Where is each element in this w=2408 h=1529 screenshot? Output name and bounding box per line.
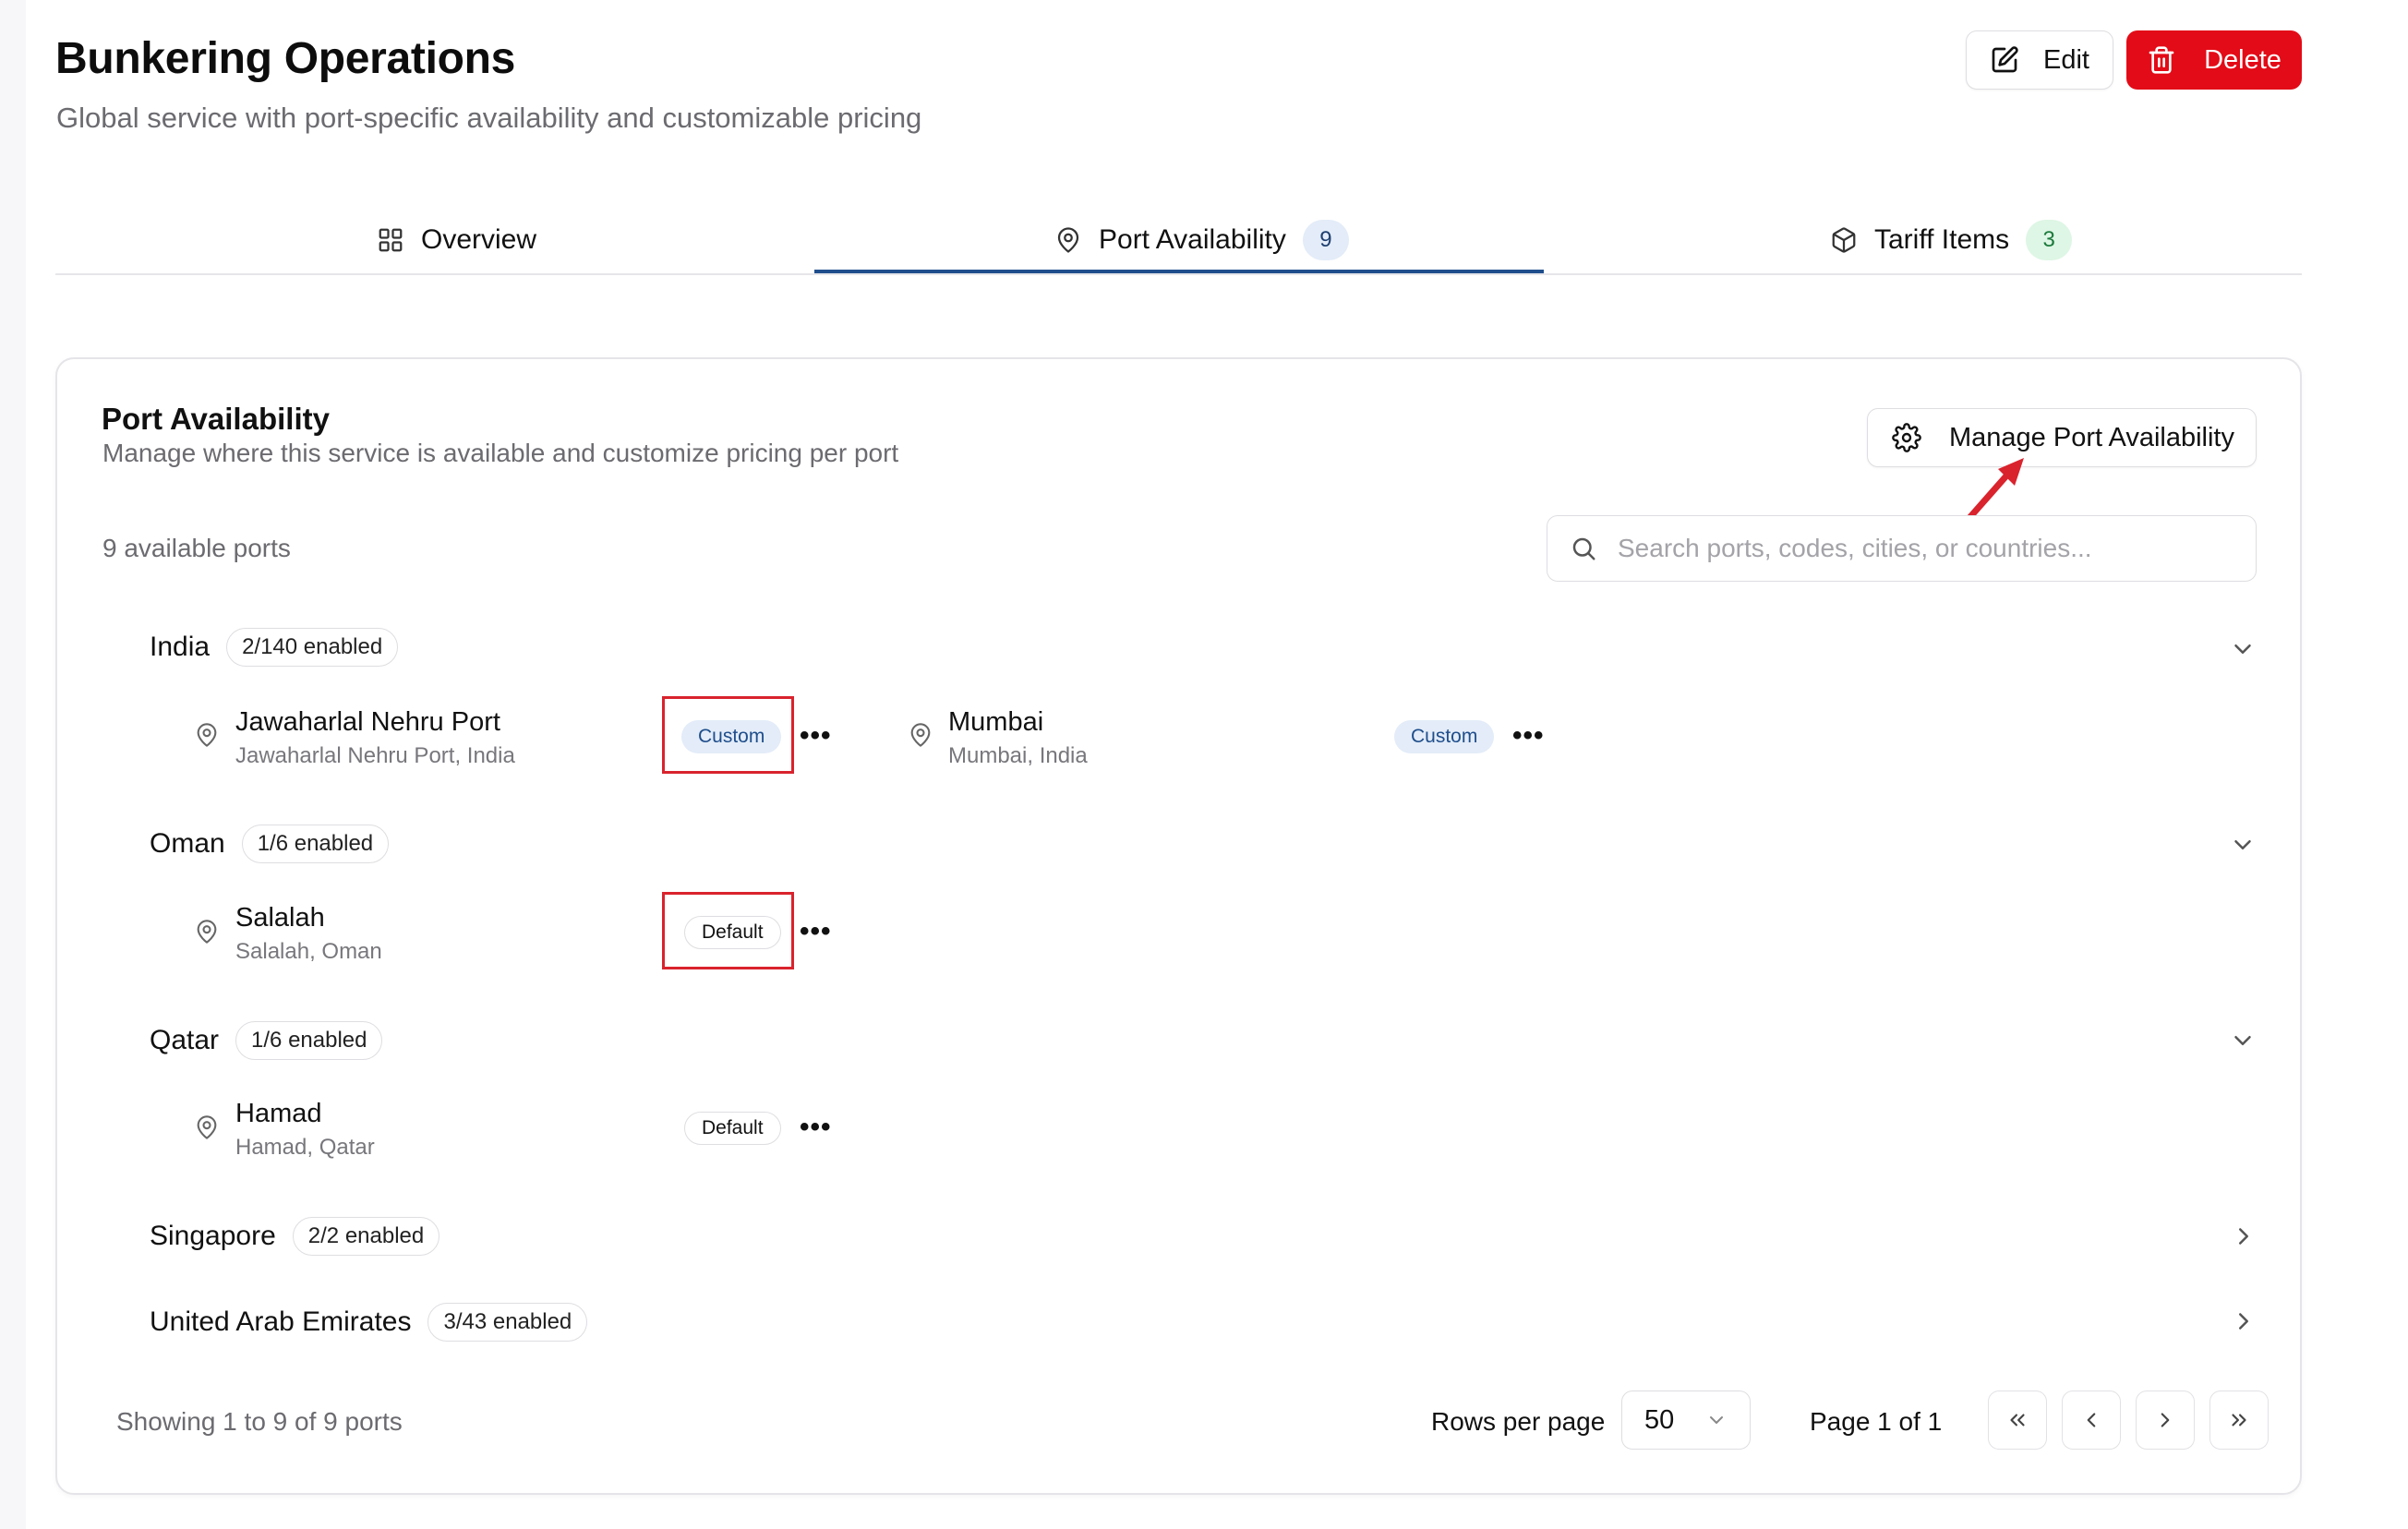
tab-count-badge: 9 <box>1302 220 1349 260</box>
page-indicator: Page 1 of 1 <box>1810 1407 1943 1436</box>
map-pin-icon <box>194 919 220 945</box>
package-icon <box>1830 226 1858 254</box>
port-name: Salalah <box>235 903 325 933</box>
rows-per-page-label: Rows per page <box>1431 1407 1606 1436</box>
country-name: Singapore <box>150 1221 276 1251</box>
map-pin-icon <box>1054 226 1082 254</box>
rows-per-page-value: 50 <box>1644 1404 1675 1435</box>
chevron-down-icon[interactable] <box>2229 635 2257 663</box>
tab-count-badge: 3 <box>2026 220 2073 260</box>
tab-label: Overview <box>421 224 537 255</box>
search-icon <box>1570 535 1597 562</box>
chevron-down-icon[interactable] <box>2229 831 2257 859</box>
pricing-tag-default: Default <box>684 916 781 949</box>
enabled-count-badge: 1/6 enabled <box>241 825 390 863</box>
port-location: Jawaharlal Nehru Port, India <box>235 743 515 768</box>
tab-bar: Overview Port Availability 9 Tariff Item… <box>55 205 2302 275</box>
search-input[interactable] <box>1618 534 2256 563</box>
port-location: Salalah, Oman <box>235 939 382 964</box>
pricing-tag-custom: Custom <box>1394 720 1495 753</box>
tab-tariff-items[interactable]: Tariff Items 3 <box>1830 205 2073 275</box>
pagination-summary: Showing 1 to 9 of 9 ports <box>116 1407 403 1436</box>
chevron-down-icon <box>1705 1409 1728 1431</box>
enabled-count-badge: 2/2 enabled <box>292 1217 440 1256</box>
previous-page-button[interactable] <box>2062 1391 2121 1450</box>
card-title: Port Availability <box>102 402 330 436</box>
port-name: Jawaharlal Nehru Port <box>235 707 500 737</box>
enabled-count-badge: 3/43 enabled <box>427 1303 588 1342</box>
map-pin-icon <box>194 722 220 748</box>
map-pin-icon <box>908 722 933 748</box>
chevron-down-icon[interactable] <box>2229 1027 2257 1054</box>
country-group-header[interactable]: Singapore 2/2 enabled <box>150 1217 440 1256</box>
pricing-tag-default: Default <box>684 1112 781 1145</box>
more-options-icon[interactable]: ••• <box>800 918 832 945</box>
enabled-count-badge: 2/140 enabled <box>226 628 399 667</box>
port-search <box>1547 515 2257 582</box>
country-name: India <box>150 632 211 662</box>
next-page-button[interactable] <box>2136 1391 2195 1450</box>
more-options-icon[interactable]: ••• <box>800 1114 832 1141</box>
chevrons-right-icon <box>2227 1408 2251 1432</box>
active-tab-indicator <box>814 270 1544 273</box>
gear-icon <box>1892 423 1921 452</box>
tab-label: Port Availability <box>1099 224 1286 255</box>
tab-overview[interactable]: Overview <box>377 205 536 275</box>
country-name: Oman <box>150 828 225 859</box>
port-name: Mumbai <box>948 707 1044 737</box>
last-page-button[interactable] <box>2209 1391 2269 1450</box>
chevron-left-icon <box>2079 1408 2103 1432</box>
grid-icon <box>377 226 404 254</box>
available-ports-count: 9 available ports <box>102 534 291 562</box>
country-group-header[interactable]: United Arab Emirates 3/43 enabled <box>150 1303 588 1342</box>
page-title: Bunkering Operations <box>55 34 516 83</box>
country-name: United Arab Emirates <box>150 1306 412 1337</box>
chevron-right-icon[interactable] <box>2230 1307 2258 1335</box>
first-page-button[interactable] <box>1988 1391 2047 1450</box>
edit-icon <box>1990 45 2019 75</box>
chevrons-left-icon <box>2005 1408 2029 1432</box>
chevron-right-icon[interactable] <box>2230 1222 2258 1250</box>
chevron-right-icon <box>2153 1408 2177 1432</box>
manage-port-availability-button[interactable]: Manage Port Availability <box>1867 408 2257 467</box>
card-subtitle: Manage where this service is available a… <box>102 439 899 467</box>
tab-label: Tariff Items <box>1874 224 2010 255</box>
page-subtitle: Global service with port-specific availa… <box>56 102 922 134</box>
tab-port-availability[interactable]: Port Availability 9 <box>1054 205 1349 275</box>
country-name: Qatar <box>150 1025 220 1055</box>
country-group-header[interactable]: Qatar 1/6 enabled <box>150 1021 383 1060</box>
delete-button[interactable]: Delete <box>2126 30 2302 90</box>
edit-button[interactable]: Edit <box>1966 30 2113 90</box>
more-options-icon[interactable]: ••• <box>1512 722 1545 750</box>
map-pin-icon <box>194 1114 220 1140</box>
rows-per-page-select[interactable]: 50 <box>1621 1391 1751 1450</box>
more-options-icon[interactable]: ••• <box>800 722 832 750</box>
manage-button-label: Manage Port Availability <box>1949 422 2234 452</box>
country-group-header[interactable]: India 2/140 enabled <box>150 628 399 667</box>
edit-button-label: Edit <box>2043 44 2089 75</box>
port-location: Mumbai, India <box>948 743 1088 768</box>
pricing-tag-custom: Custom <box>681 720 782 753</box>
country-group-header[interactable]: Oman 1/6 enabled <box>150 825 390 863</box>
trash-icon <box>2147 45 2176 75</box>
port-name: Hamad <box>235 1099 322 1128</box>
enabled-count-badge: 1/6 enabled <box>235 1021 383 1060</box>
delete-button-label: Delete <box>2204 44 2282 75</box>
port-location: Hamad, Qatar <box>235 1135 375 1160</box>
